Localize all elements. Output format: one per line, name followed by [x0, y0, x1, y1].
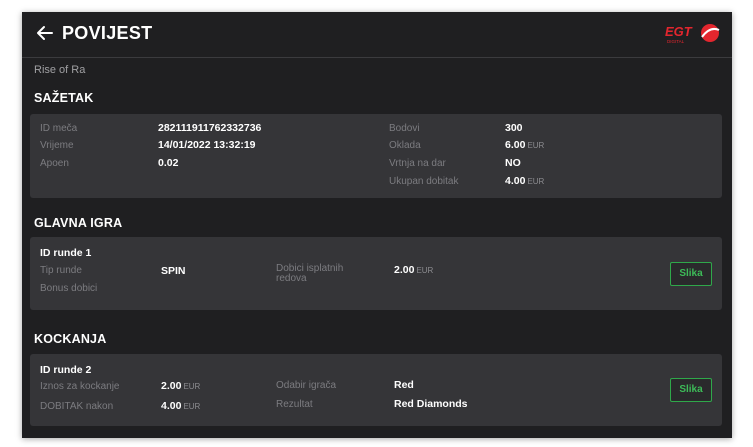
win-after-value: 4.00 EUR	[161, 400, 201, 412]
image-button-round-2[interactable]: Slika	[670, 378, 712, 402]
line-wins-value: 2.00 EUR	[394, 264, 434, 276]
time-value: 14/01/2022 13:32:19	[158, 139, 256, 151]
gamble-title: KOCKANJA	[34, 332, 107, 346]
bet-value: 6.00 EUR	[505, 139, 545, 151]
gamble-card: ID runde 2 Iznos za kockanje 2.00 EUR DOB…	[30, 354, 722, 426]
win-after-label: DOBITAK nakon	[40, 401, 114, 412]
history-panel: POVIJEST EGT DIGITAL Rise of Ra SAŽETAK …	[22, 12, 732, 438]
gamble-amount-value: 2.00 EUR	[161, 380, 201, 392]
player-choice-label: Odabir igrača	[276, 380, 337, 391]
result-label: Rezultat	[276, 399, 313, 410]
denomination-value: 0.02	[158, 157, 179, 169]
points-value: 300	[505, 122, 523, 134]
points-label: Bodovi	[389, 123, 420, 134]
denomination-label: Apoen	[40, 158, 69, 169]
bet-label: Oklada	[389, 140, 421, 151]
free-spin-value: NO	[505, 157, 521, 169]
image-button-round-1[interactable]: Slika	[670, 262, 712, 286]
round-type-value: SPIN	[161, 265, 186, 277]
main-game-card: ID runde 1 Tip runde SPIN Bonus dobici D…	[30, 237, 722, 310]
round-id-1: ID runde 1	[40, 247, 92, 259]
logo-subtext: DIGITAL	[667, 39, 685, 44]
round-id-2: ID runde 2	[40, 364, 92, 376]
total-win-label: Ukupan dobitak	[389, 176, 459, 187]
result-value: Red Diamonds	[394, 398, 468, 410]
line-wins-label: Dobici isplatnih redova	[276, 263, 344, 284]
gamble-amount-label: Iznos za kockanje	[40, 381, 120, 392]
logo-text: EGT	[665, 24, 693, 39]
total-win-value: 4.00 EUR	[505, 175, 545, 187]
arrow-left-icon[interactable]	[34, 22, 56, 44]
round-type-label: Tip runde	[40, 265, 82, 276]
top-bar: POVIJEST EGT DIGITAL	[22, 12, 732, 58]
summary-title: SAŽETAK	[34, 91, 94, 105]
free-spin-label: Vrtnja na dar	[389, 158, 446, 169]
time-label: Vrijeme	[40, 140, 74, 151]
bonus-wins-label: Bonus dobici	[40, 283, 98, 294]
match-id-value: 282111911762332736	[158, 122, 262, 134]
main-game-title: GLAVNA IGRA	[34, 216, 123, 230]
match-id-label: ID meča	[40, 123, 78, 134]
player-choice-value: Red	[394, 379, 414, 391]
page-title: POVIJEST	[62, 23, 153, 43]
summary-card: ID meča 282111911762332736 Vrijeme 14/01…	[30, 114, 722, 198]
game-name: Rise of Ra	[34, 64, 86, 76]
egt-digital-logo: EGT DIGITAL	[665, 24, 720, 44]
